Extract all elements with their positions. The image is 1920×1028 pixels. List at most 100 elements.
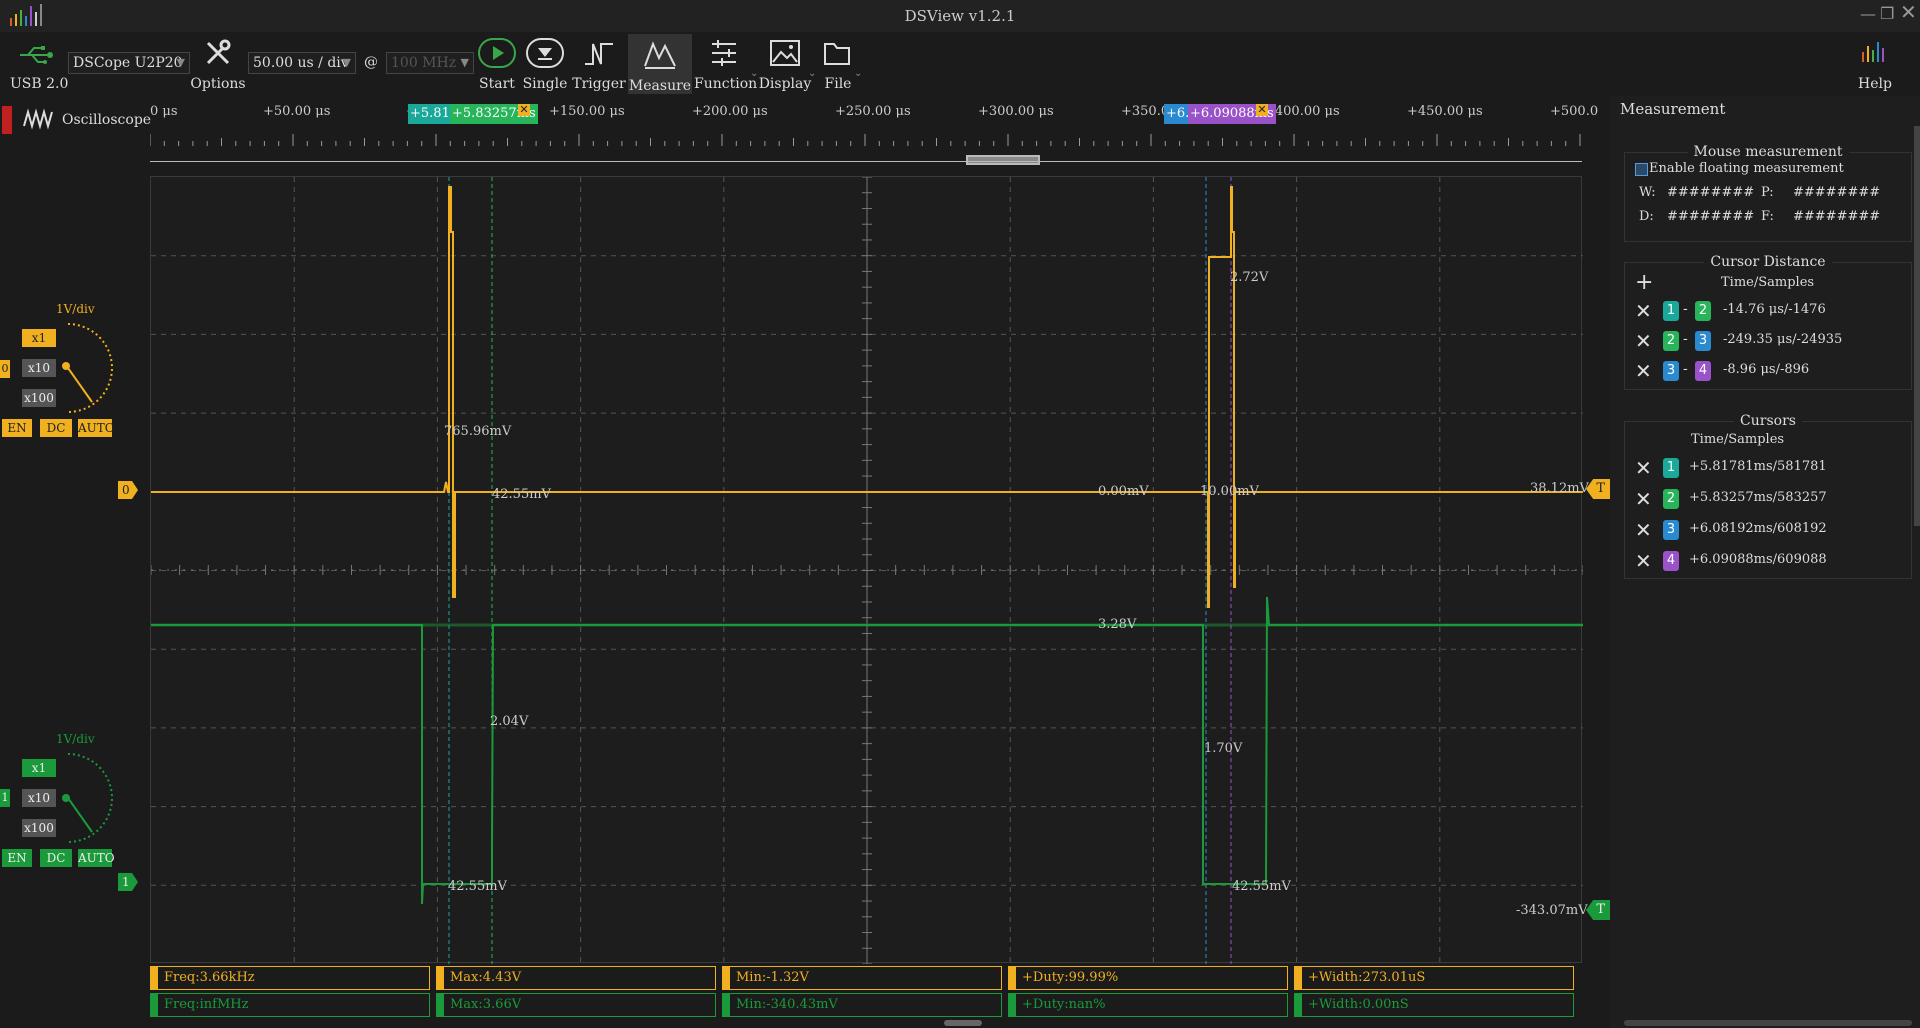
ch1-auto-button[interactable]: AUTO <box>78 849 115 867</box>
measure-label: 2.04V <box>490 714 529 729</box>
trigger-icon <box>585 43 613 65</box>
cursor-chip: 4 <box>1695 361 1711 381</box>
remove-cursor-icon[interactable]: ✕ <box>1635 520 1652 540</box>
help-button[interactable]: Help <box>1850 36 1900 94</box>
remove-distance-icon[interactable]: ✕ <box>1635 331 1652 351</box>
ch0-x1-button[interactable]: x1 <box>22 329 56 347</box>
measure-label: 42.55mV <box>1232 879 1291 894</box>
measure-value: +Width:273.01uS <box>1308 970 1426 985</box>
minimize-icon[interactable]: — <box>1860 4 1876 23</box>
trigger-label: Trigger <box>572 76 626 92</box>
ch1-measure-item[interactable]: Min:-340.43mV <box>722 993 1002 1017</box>
measure-label: 42.55mV <box>448 879 507 894</box>
measure-label: Measure <box>628 78 692 94</box>
measurement-panel: Measurement Mouse measurement Enable flo… <box>1610 96 1920 1028</box>
ch1-offset-marker[interactable]: 1 <box>118 873 138 891</box>
cursor-value: +5.83257ms/583257 <box>1689 490 1827 505</box>
ch0-auto-button[interactable]: AUTO <box>78 419 115 437</box>
options-label: Options <box>190 76 246 92</box>
ch1-x100-button[interactable]: x100 <box>22 819 56 837</box>
ch1-vdiv-knob[interactable] <box>56 748 114 848</box>
close-icon[interactable]: ✕ <box>1900 0 1917 24</box>
file-button[interactable]: File <box>814 36 862 94</box>
ch0-measure-item[interactable]: Min:-1.32V <box>722 966 1002 990</box>
measure-label: 2.72V <box>1230 270 1269 285</box>
measure-button[interactable]: Measure <box>628 34 692 94</box>
ch1-dc-button[interactable]: DC <box>40 849 72 867</box>
mouse-measurement-title: Mouse measurement <box>1687 144 1849 160</box>
measure-value: +Duty:99.99% <box>1022 970 1119 985</box>
options-button[interactable]: Options <box>190 36 246 94</box>
w-value: ######## <box>1667 185 1755 200</box>
chevron-down-icon: ▼ <box>176 56 185 69</box>
ch0-en-button[interactable]: EN <box>2 419 32 437</box>
remove-distance-icon[interactable]: ✕ <box>1635 361 1652 381</box>
cursor-chip: 4 <box>1663 551 1679 571</box>
cursor-close-icon[interactable]: ✕ <box>1256 104 1268 116</box>
ch1-x10-button[interactable]: x10 <box>22 789 56 807</box>
ch1-en-button[interactable]: EN <box>2 849 32 867</box>
remove-cursor-icon[interactable]: ✕ <box>1635 458 1652 478</box>
remove-distance-icon[interactable]: ✕ <box>1635 301 1652 321</box>
ch0-dc-button[interactable]: DC <box>40 419 72 437</box>
ch0-vdiv-knob[interactable] <box>56 318 114 418</box>
measure-label: 42.55mV <box>492 487 551 502</box>
ch0-measure-item[interactable]: Max:4.43V <box>436 966 716 990</box>
measure-value: Freq:3.66kHz <box>164 970 255 985</box>
ch0-offset-marker[interactable]: 0 <box>118 481 138 499</box>
measure-label: 0.00mV <box>1098 484 1149 499</box>
samplerate-select[interactable]: 100 MHz ▼ <box>386 52 474 74</box>
help-label: Help <box>1858 76 1892 92</box>
ch1-trigger-marker[interactable]: T <box>1586 900 1610 920</box>
cursor-chip: 3 <box>1663 520 1679 540</box>
single-button[interactable]: Single <box>520 36 570 94</box>
chevron-down-icon: ⌄ <box>750 68 759 79</box>
waveform-plot[interactable] <box>150 176 1584 965</box>
usb-label: USB 2.0 <box>10 76 69 92</box>
ruler-tick-label: +500.0 <box>1550 104 1599 119</box>
mouse-measurement-group: Mouse measurement Enable floating measur… <box>1624 144 1912 242</box>
ch1-measure-item[interactable]: Freq:infMHz <box>150 993 430 1017</box>
start-button[interactable]: Start <box>472 36 522 94</box>
device-select[interactable]: DSCope U2P20 ▼ <box>68 52 190 74</box>
panel-title: Measurement <box>1620 100 1726 118</box>
cursor-close-icon[interactable]: ✕ <box>518 104 530 116</box>
ruler-tick-label: +50.00 μs <box>263 104 331 119</box>
ruler-tick-label: +450.00 μs <box>1407 104 1483 119</box>
ch1-measure-item[interactable]: +Duty:nan% <box>1008 993 1288 1017</box>
ch0-measure-item[interactable]: +Width:273.01uS <box>1294 966 1574 990</box>
oscilloscope-icon <box>23 108 53 130</box>
ch0-x10-button[interactable]: x10 <box>22 359 56 377</box>
display-button[interactable]: Display <box>756 36 814 94</box>
remove-cursor-icon[interactable]: ✕ <box>1635 551 1652 571</box>
f-label: F: <box>1761 209 1774 224</box>
panel-horizontal-scrollbar[interactable] <box>1624 1020 1912 1026</box>
ch1-measure-item[interactable]: +Width:0.00nS <box>1294 993 1574 1017</box>
restore-icon[interactable]: ❐ <box>1880 4 1894 23</box>
add-icon[interactable]: + <box>1635 272 1653 294</box>
ch0-x100-button[interactable]: x100 <box>22 389 56 407</box>
cursor-chip: 1 <box>1663 301 1679 321</box>
ch0-measure-item[interactable]: +Duty:99.99% <box>1008 966 1288 990</box>
ch0-trigger-marker[interactable]: T <box>1586 479 1610 499</box>
ch1-measure-item[interactable]: Max:3.66V <box>436 993 716 1017</box>
panel-scrollbar[interactable] <box>1914 126 1920 526</box>
view-scroll-thumb[interactable] <box>966 155 1040 165</box>
floating-measurement-checkbox[interactable] <box>1635 163 1648 176</box>
ch0-measure-item[interactable]: Freq:3.66kHz <box>150 966 430 990</box>
trigger-button[interactable]: Trigger <box>572 36 626 94</box>
function-button[interactable]: Function <box>694 36 757 94</box>
ch1-x1-button[interactable]: x1 <box>22 759 56 777</box>
measure-label: 10.00mV <box>1200 484 1259 499</box>
cursor-distance-title: Cursor Distance <box>1704 254 1832 270</box>
horizontal-scrollbar[interactable] <box>944 1020 982 1026</box>
timebase-select[interactable]: 50.00 us / div ▼ <box>248 52 356 74</box>
cursor-value: +6.09088ms/609088 <box>1689 552 1827 567</box>
remove-cursor-icon[interactable]: ✕ <box>1635 489 1652 509</box>
record-indicator <box>2 106 12 134</box>
at-label: @ <box>364 54 378 70</box>
cursor-chip: 3 <box>1695 331 1711 351</box>
chevron-down-icon: ⌄ <box>808 68 817 79</box>
cursors-header: Time/Samples <box>1691 432 1785 447</box>
measure-value: Min:-1.32V <box>736 970 809 985</box>
